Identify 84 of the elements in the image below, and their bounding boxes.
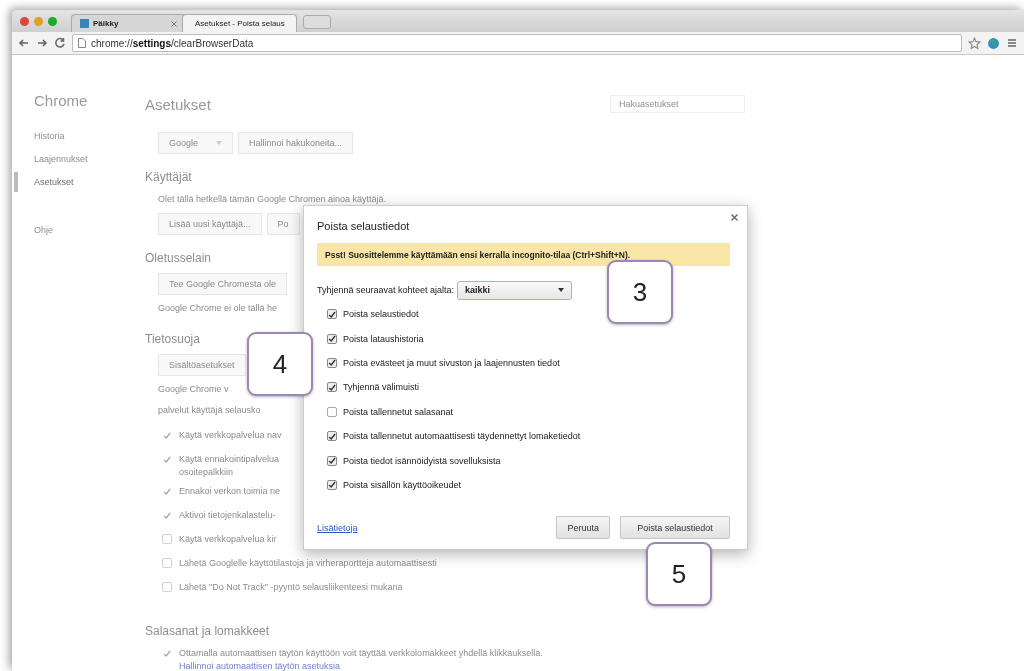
checkbox[interactable] bbox=[162, 648, 172, 658]
favicon-icon bbox=[80, 19, 89, 28]
tip-banner: Psst! Suosittelemme käyttämään ensi kerralla incognito-tilaa (Ctrl+Shift+N). bbox=[317, 243, 730, 266]
checkbox[interactable] bbox=[327, 309, 337, 320]
checkbox[interactable] bbox=[162, 534, 172, 544]
menu-icon[interactable] bbox=[1006, 37, 1018, 49]
checkbox[interactable] bbox=[327, 455, 337, 466]
caret-icon bbox=[216, 141, 223, 145]
checkbox[interactable] bbox=[162, 582, 172, 592]
close-icon[interactable] bbox=[731, 214, 738, 221]
forward-icon[interactable] bbox=[36, 37, 48, 49]
step-number-callout: 5 bbox=[646, 542, 712, 606]
step-number-callout: 3 bbox=[607, 260, 673, 324]
checkbox[interactable] bbox=[162, 486, 172, 496]
checkbox[interactable] bbox=[162, 454, 172, 464]
back-icon[interactable] bbox=[18, 37, 30, 49]
checkbox-label: Tyhjennä välimuisti bbox=[343, 382, 420, 393]
checkbox[interactable] bbox=[327, 357, 337, 368]
checkbox[interactable] bbox=[327, 382, 337, 393]
close-icon[interactable] bbox=[171, 20, 177, 27]
checkbox-label: Käytä verkkopalvelua nav bbox=[179, 429, 282, 442]
section-heading: Salasanat ja lomakkeet bbox=[145, 623, 270, 640]
button[interactable]: Po bbox=[266, 213, 300, 235]
checkbox[interactable] bbox=[162, 510, 172, 520]
description-text: Google Chrome ei ole tällä he bbox=[158, 302, 278, 315]
section-heading: Käyttäjät bbox=[145, 169, 192, 186]
section-heading: Tietosuoja bbox=[145, 331, 200, 348]
time-range-dropdown[interactable]: kaikki bbox=[457, 280, 573, 300]
window-control-button[interactable] bbox=[20, 16, 29, 26]
selection-bar bbox=[14, 172, 18, 192]
step-number-callout: 4 bbox=[247, 332, 313, 396]
reload-icon[interactable] bbox=[54, 37, 66, 49]
checkbox-label: Poista tallennetut automaattisesti täydennettyt lomaketiedot bbox=[343, 431, 581, 442]
button[interactable]: Tee Google Chromesta ole bbox=[158, 273, 288, 295]
address-bar[interactable]: chrome://settings/clearBrowserData bbox=[72, 34, 962, 52]
checkbox-label: Poista tallennetut salasanat bbox=[343, 406, 454, 417]
checkbox-label: Ottamalla automaattisen täytön käyttöön voit täyttää verkkolomakkeet yhdellä klikkauksella. bbox=[179, 647, 543, 660]
learn-more-link[interactable]: Lisätietoja bbox=[317, 522, 358, 533]
sidebar-item[interactable]: Historia bbox=[34, 131, 65, 142]
confirm-button[interactable]: Poista selaustiedot bbox=[620, 516, 730, 540]
browser-tab[interactable]: Asetukset - Poista selaus bbox=[182, 14, 297, 32]
dropdown[interactable]: Google bbox=[158, 132, 234, 154]
checkbox-label: Lähetä "Do Not Track" -pyyntö selausliikenteesi mukana bbox=[179, 581, 403, 594]
globe-icon[interactable] bbox=[987, 36, 1000, 50]
checkbox[interactable] bbox=[162, 558, 172, 568]
checkbox[interactable] bbox=[327, 406, 337, 417]
search-field[interactable]: Hakuasetukset bbox=[610, 95, 745, 113]
window-control-button[interactable] bbox=[34, 16, 43, 26]
description-text: Olet tällä hetkellä tämän Google Chromen ainoa käyttäjä. bbox=[158, 193, 387, 206]
caret-icon bbox=[558, 288, 565, 292]
settings-link[interactable]: Hallinnoi automaattisen täytön asetuksia bbox=[145, 661, 341, 671]
new-tab-button[interactable] bbox=[303, 15, 331, 29]
checkbox-label: Poista selaustiedot bbox=[343, 309, 419, 320]
url-text: chrome://settings/clearBrowserData bbox=[91, 37, 254, 49]
description-text: palvelut käyttäjä selausko bbox=[158, 404, 261, 417]
checkbox-label: Käytä ennakointipalvelua osoitepalkkiin bbox=[179, 453, 280, 479]
range-label: Tyhjennä seuraavat kohteet ajalta: bbox=[317, 285, 455, 295]
checkbox-label: Lähetä Googlelle käyttötilastoja ja virheraportteja automaattisesti bbox=[179, 557, 437, 570]
button[interactable]: Lisää uusi käyttäjä... bbox=[158, 213, 262, 235]
checkbox[interactable] bbox=[327, 333, 337, 344]
sidebar-item[interactable]: Ohje bbox=[34, 225, 53, 236]
page-icon bbox=[78, 38, 86, 48]
dialog-title: Poista selaustiedot bbox=[317, 219, 410, 234]
section-heading: Oletusselain bbox=[145, 250, 212, 267]
button[interactable]: Hallinnoi hakukoneita... bbox=[238, 132, 354, 154]
checkbox-label: Poista lataushistoria bbox=[343, 333, 424, 344]
cancel-button[interactable]: Peruuta bbox=[556, 516, 610, 540]
sidebar-item[interactable]: Asetukset bbox=[34, 177, 74, 188]
window-control-button[interactable] bbox=[48, 16, 57, 26]
button[interactable]: Sisältöasetukset bbox=[158, 354, 246, 376]
checkbox-label: Aktivoi tietojenkalastelu- bbox=[179, 509, 276, 522]
checkbox-label: Käytä verkkopalvelua kir bbox=[179, 533, 277, 546]
app-title: Chrome bbox=[34, 92, 89, 109]
star-icon[interactable] bbox=[968, 36, 981, 50]
checkbox-label: Poista tiedot isännöidyistä sovelluksista bbox=[343, 455, 501, 466]
checkbox-label: Poista evästeet ja muut sivuston ja laajennusten tiedot bbox=[343, 357, 560, 368]
description-text: Google Chrome v bbox=[158, 383, 229, 396]
checkbox[interactable] bbox=[327, 479, 337, 490]
checkbox-label: Ennakoi verkon toimia ne bbox=[179, 485, 281, 498]
checkbox-label: Poista sisällön käyttöoikeudet bbox=[343, 479, 462, 490]
checkbox[interactable] bbox=[327, 431, 337, 442]
checkbox[interactable] bbox=[162, 430, 172, 440]
sidebar-item[interactable]: Laajennukset bbox=[34, 154, 88, 165]
page-title: Asetukset bbox=[145, 95, 211, 113]
